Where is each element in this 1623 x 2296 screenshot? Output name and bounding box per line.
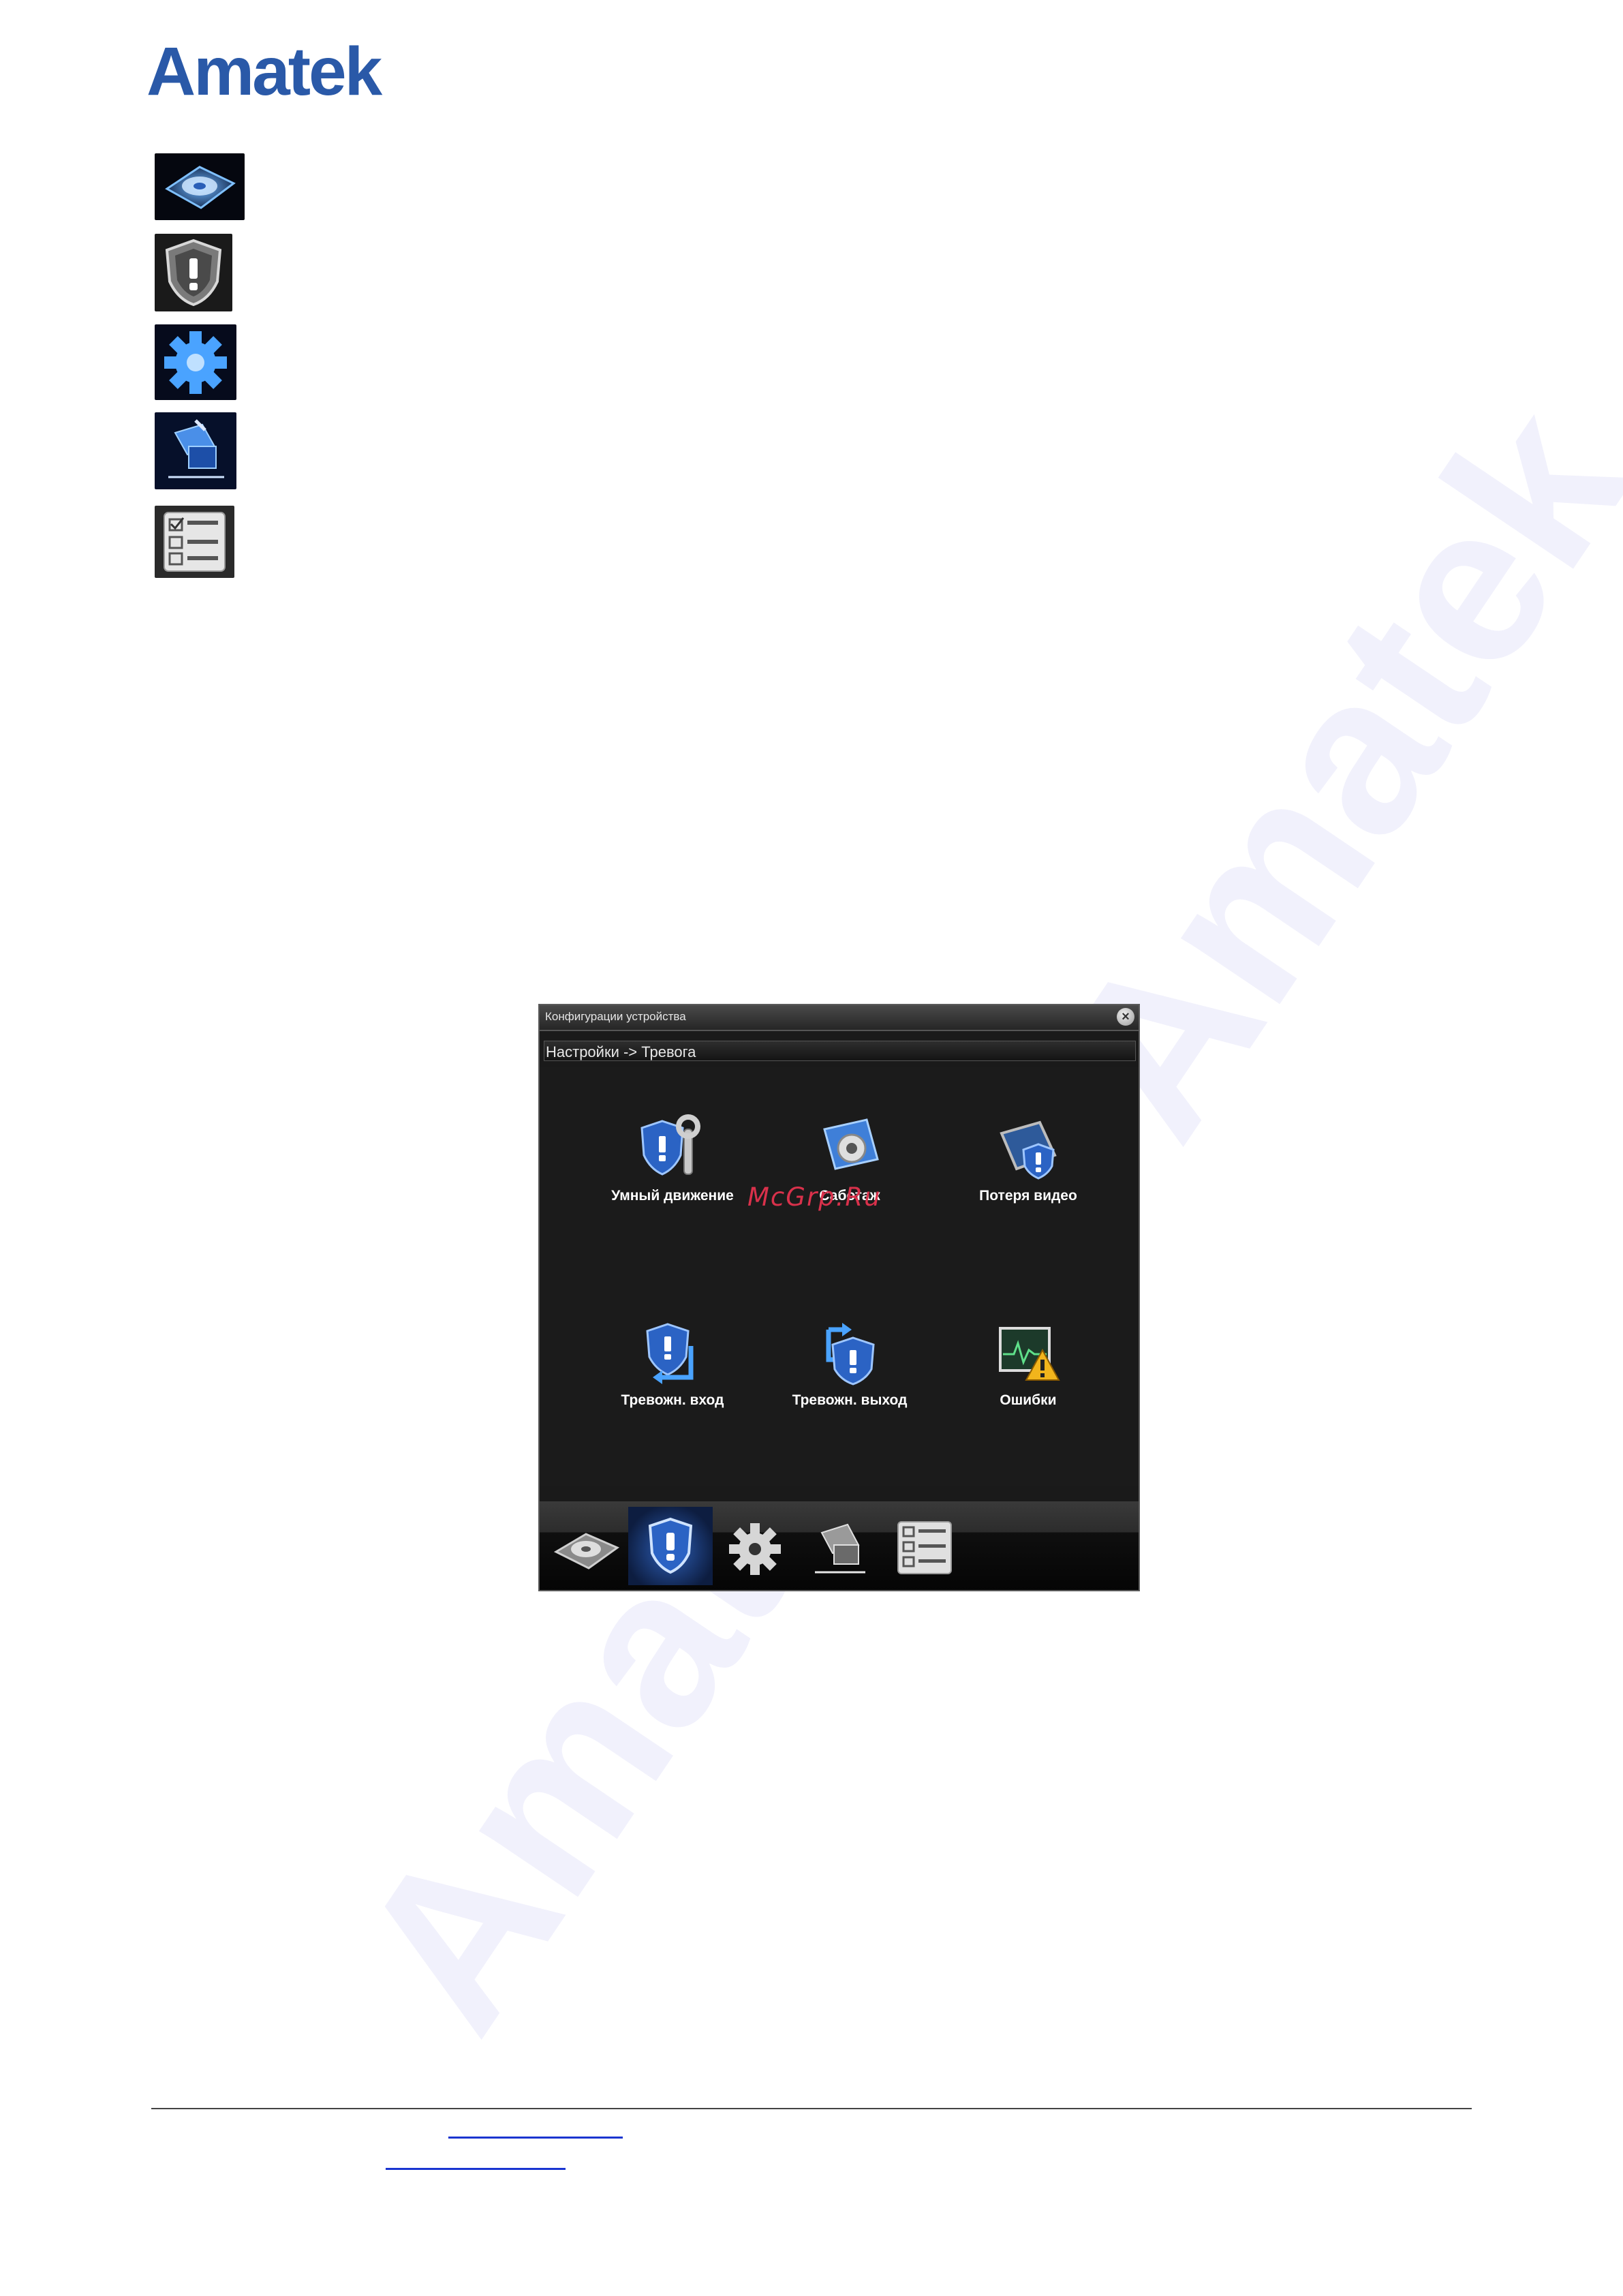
menu-item-label: Потеря видео <box>979 1188 1077 1204</box>
system-icon <box>815 1523 865 1574</box>
alarm-shield-icon <box>648 1517 693 1574</box>
menu-item-motion[interactable]: Умный движение <box>587 1114 758 1204</box>
hdd-icon <box>155 153 245 220</box>
dvr-config-window: Конфигурации устройства × Настройки -> Т… <box>538 1004 1140 1591</box>
breadcrumb-text: Настройки -> Тревога <box>546 1043 696 1060</box>
tab-record[interactable] <box>544 1507 628 1585</box>
tab-info[interactable] <box>882 1507 966 1585</box>
close-icon[interactable]: × <box>1117 1008 1134 1026</box>
menu-item-video-loss[interactable]: Потеря видео <box>943 1114 1113 1204</box>
alarm-input-icon <box>646 1323 694 1384</box>
overlay-watermark: McGrp.Ru <box>747 1182 882 1212</box>
video-blind-icon <box>823 1118 879 1170</box>
window-title-bar: Конфигурации устройства × <box>540 1005 1139 1031</box>
menu-item-abnormality[interactable]: Ошибки <box>943 1319 1113 1409</box>
gear-icon <box>729 1523 781 1575</box>
alarm-shield-icon <box>155 234 232 311</box>
menu-item-label: Ошибки <box>1000 1392 1057 1408</box>
tab-system[interactable] <box>797 1507 882 1585</box>
gear-icon <box>155 324 236 400</box>
alarm-output-icon <box>826 1323 875 1386</box>
record-hdd-icon <box>553 1533 620 1570</box>
menu-item-label: Умный движение <box>611 1188 734 1204</box>
footer-divider <box>151 2108 1472 2109</box>
tab-alarm[interactable] <box>628 1507 713 1585</box>
video-loss-icon <box>1000 1120 1057 1180</box>
footer-link-2[interactable] <box>386 2168 566 2170</box>
bottom-toolbar <box>540 1501 1139 1590</box>
breadcrumb: Настройки -> Тревога <box>544 1041 1136 1061</box>
system-icon <box>155 412 236 489</box>
amatek-logo: Amatek <box>146 33 382 110</box>
window-title: Конфигурации устройства <box>545 1010 686 1023</box>
menu-item-label: Тревожн. выход <box>792 1392 908 1408</box>
tab-settings[interactable] <box>713 1507 797 1585</box>
menu-item-alarm-output[interactable]: Тревожн. выход <box>764 1319 935 1409</box>
abnormality-icon <box>999 1327 1060 1381</box>
info-list-icon <box>155 506 234 578</box>
info-list-icon <box>897 1521 952 1574</box>
menu-item-alarm-input[interactable]: Тревожн. вход <box>587 1319 758 1409</box>
footer-link-1[interactable] <box>448 2137 623 2139</box>
alarm-menu-grid: Умный движение Саботаж Потеря видео Трев… <box>540 1067 1139 1486</box>
motion-detect-icon <box>640 1114 700 1176</box>
menu-item-label: Тревожн. вход <box>621 1392 724 1408</box>
